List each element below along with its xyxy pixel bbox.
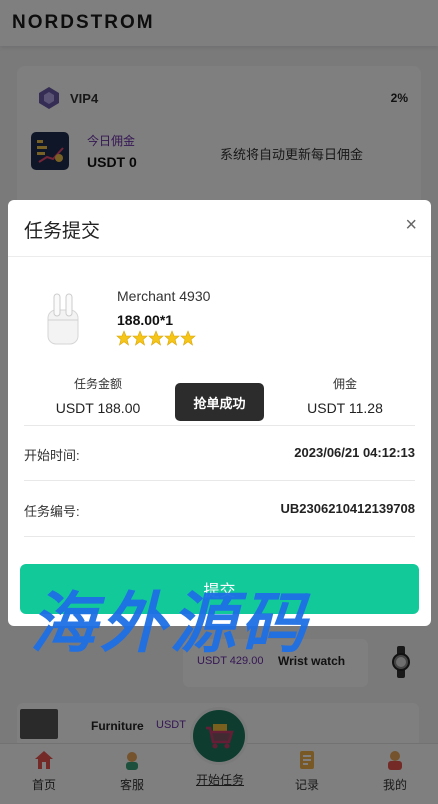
commission-label: 佣金	[332, 377, 357, 391]
start-time-value: 2023/06/21 04:12:13	[294, 445, 415, 460]
rating-stars	[116, 330, 196, 346]
success-toast: 抢单成功	[175, 383, 264, 421]
divider	[24, 536, 415, 537]
modal-title: 任务提交	[24, 221, 101, 242]
task-number-label: 任务编号:	[24, 504, 80, 519]
star-icon	[132, 330, 148, 346]
commission-value: USDT 11.28	[307, 400, 383, 416]
star-icon	[116, 330, 132, 346]
star-icon	[148, 330, 164, 346]
task-amount-label: 任务金额	[73, 377, 122, 391]
star-icon	[164, 330, 180, 346]
close-icon[interactable]: ×	[405, 215, 417, 235]
airpods-product-image	[47, 293, 79, 345]
watermark: 海外源码	[30, 584, 310, 662]
start-time-label: 开始时间:	[24, 448, 80, 463]
divider	[8, 256, 431, 257]
price-quantity: 188.00*1	[117, 312, 174, 328]
task-amount-value: USDT 188.00	[55, 400, 141, 416]
task-number-value: UB2306210412139708	[280, 501, 415, 516]
divider	[24, 480, 415, 481]
star-icon	[180, 330, 196, 346]
divider	[24, 425, 415, 426]
merchant-name: Merchant 4930	[117, 288, 211, 304]
